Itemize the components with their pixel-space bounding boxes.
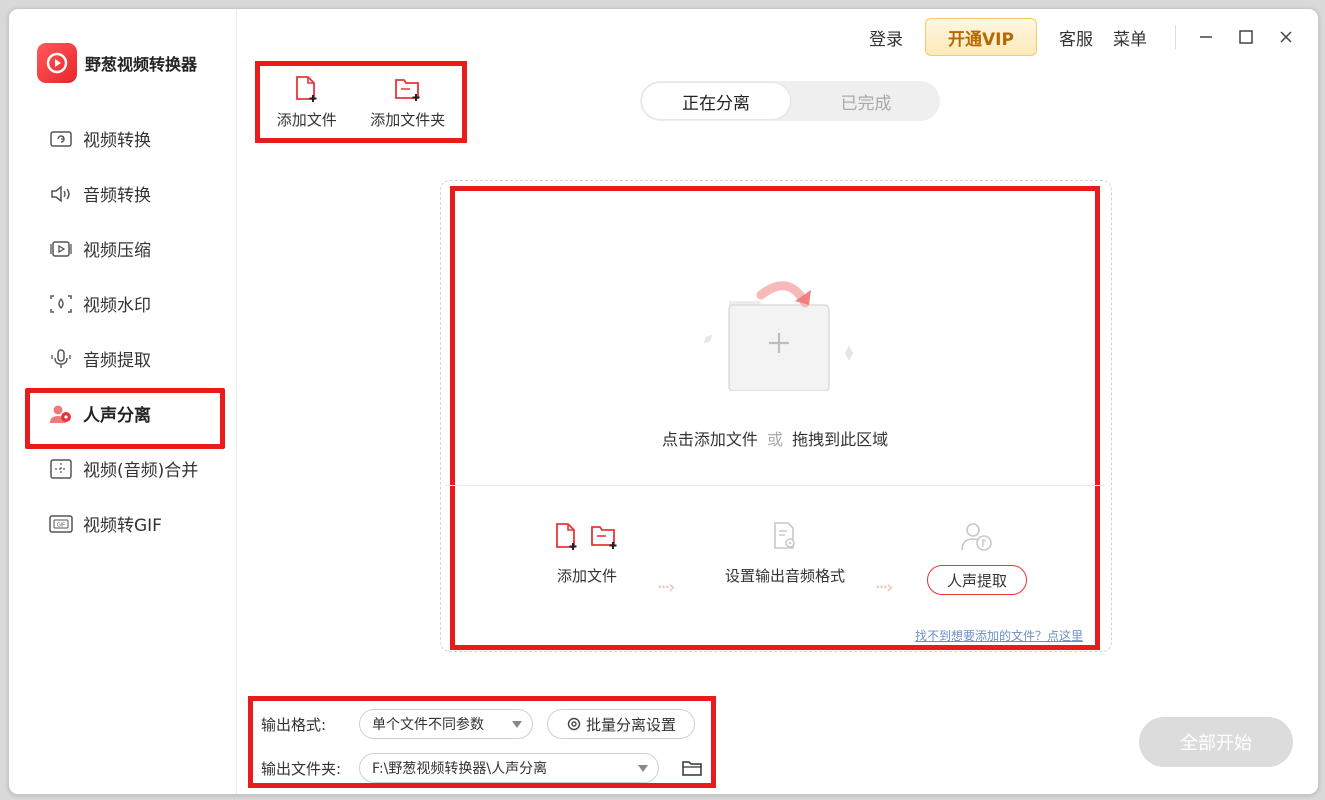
sidebar-item-label: 视频(音频)合并 <box>83 461 199 481</box>
menu-link[interactable]: 菜单 <box>1113 25 1147 50</box>
sidebar-item-label: 音频提取 <box>83 351 151 371</box>
close-button[interactable] <box>1266 17 1306 57</box>
gif-icon: GIF <box>49 512 73 536</box>
output-folder-select[interactable]: F:\野葱视频转换器\人声分离 <box>359 753 659 783</box>
step-add-file: 添加文件 <box>537 521 637 586</box>
output-format-value: 单个文件不同参数 <box>372 717 484 733</box>
tab-separating[interactable]: 正在分离 <box>642 83 790 119</box>
video-compress-icon <box>49 237 73 261</box>
video-convert-icon <box>49 127 73 151</box>
batch-settings-button[interactable]: 批量分离设置 <box>547 709 696 739</box>
output-folder-row: 输出文件夹: F:\野葱视频转换器\人声分离 <box>261 753 705 783</box>
sidebar-item-label: 视频水印 <box>83 296 151 316</box>
brand: 野葱视频转换器 <box>37 43 197 83</box>
audio-convert-icon <box>49 182 73 206</box>
close-icon <box>1280 31 1292 43</box>
file-toolbar: 添加文件 添加文件夹 <box>255 61 467 143</box>
divider <box>1175 25 1176 49</box>
vocal-separate-icon <box>49 402 73 426</box>
sidebar-item-gif[interactable]: GIF 视频转GIF <box>9 496 237 551</box>
sidebar-item-label: 视频转换 <box>83 131 151 151</box>
help-link[interactable]: 找不到想要添加的文件？点这里 <box>915 627 1083 644</box>
output-format-label: 输出格式: <box>261 715 327 734</box>
svg-text:GIF: GIF <box>57 522 65 528</box>
title-bar: 登录 开通VIP 客服 菜单 <box>859 9 1318 65</box>
output-format-row: 输出格式: 单个文件不同参数 批量分离设置 <box>261 709 696 739</box>
merge-icon <box>49 457 73 481</box>
start-all-button[interactable]: 全部开始 <box>1139 717 1293 767</box>
add-folder-icon <box>394 78 420 101</box>
batch-settings-label: 批量分离设置 <box>586 715 677 734</box>
sidebar-nav: 视频转换 音频转换 视频压缩 视频水印 音频提取 人声分离 视频(音频)合并 G… <box>9 111 237 551</box>
sidebar-item-watermark[interactable]: 视频水印 <box>9 276 237 331</box>
open-folder-button[interactable] <box>679 755 705 781</box>
format-settings-icon <box>774 522 795 549</box>
tab-completed[interactable]: 已完成 <box>792 81 940 121</box>
add-file-icon <box>556 523 577 550</box>
sidebar-item-merge[interactable]: 视频(音频)合并 <box>9 441 237 496</box>
sidebar-item-vocal-separate[interactable]: 人声分离 <box>9 386 237 449</box>
arrow-icon: ···› <box>875 577 893 598</box>
status-tabs: 正在分离 已完成 <box>640 81 940 121</box>
app-window: 野葱视频转换器 视频转换 音频转换 视频压缩 视频水印 音频提取 人声分离 视频… <box>8 8 1319 795</box>
output-settings: 输出格式: 单个文件不同参数 批量分离设置 输出文件夹: F:\野葱视频转换器\… <box>248 696 716 788</box>
add-folder-illustration-icon <box>703 281 853 391</box>
add-folder-label: 添加文件夹 <box>370 110 446 129</box>
audio-extract-icon <box>49 347 73 371</box>
sidebar-item-label: 视频转GIF <box>83 516 162 536</box>
app-name: 野葱视频转换器 <box>85 55 198 74</box>
sidebar-item-audio-extract[interactable]: 音频提取 <box>9 331 237 386</box>
step-vocal-extract: 人声提取 <box>927 521 1027 595</box>
sidebar-item-label: 人声分离 <box>83 406 151 426</box>
vip-button[interactable]: 开通VIP <box>925 18 1037 56</box>
vocal-extract-button[interactable]: 人声提取 <box>927 565 1027 595</box>
output-format-select[interactable]: 单个文件不同参数 <box>359 709 533 739</box>
gear-icon <box>567 717 581 731</box>
add-folder-button[interactable]: 添加文件夹 <box>370 75 445 130</box>
hint-click-text: 点击添加文件 <box>661 430 758 449</box>
dropzone: 点击添加文件 或 拖拽到此区域 添加文件 ···› 设置输出音频格式 ···› … <box>445 186 1105 650</box>
output-folder-value: F:\野葱视频转换器\人声分离 <box>372 761 548 777</box>
add-folder-icon <box>591 526 617 549</box>
arrow-icon: ···› <box>657 577 675 598</box>
minimize-button[interactable] <box>1186 17 1226 57</box>
chevron-down-icon <box>638 765 648 772</box>
vocal-extract-icon <box>961 523 992 551</box>
divider <box>445 485 1105 486</box>
step-set-format-label: 设置输出音频格式 <box>724 567 845 585</box>
minimize-icon <box>1200 36 1212 38</box>
hint-or-text: 或 <box>766 430 783 449</box>
step-add-file-label: 添加文件 <box>556 567 617 585</box>
sidebar-item-label: 视频压缩 <box>83 241 151 261</box>
folder-icon <box>682 761 702 776</box>
add-file-icon <box>295 75 317 102</box>
add-file-button[interactable]: 添加文件 <box>277 75 337 130</box>
hint-drag-text: 拖拽到此区域 <box>792 430 889 449</box>
maximize-icon <box>1239 30 1253 44</box>
dropzone-hint: 点击添加文件 或 拖拽到此区域 <box>455 426 1095 450</box>
watermark-icon <box>49 292 73 316</box>
sidebar-item-label: 音频转换 <box>83 186 151 206</box>
workflow-steps: 添加文件 ···› 设置输出音频格式 ···› 人声提取 <box>455 521 1095 621</box>
add-file-label: 添加文件 <box>276 110 337 129</box>
login-link[interactable]: 登录 <box>869 25 903 50</box>
support-link[interactable]: 客服 <box>1059 25 1093 50</box>
sidebar-item-audio-convert[interactable]: 音频转换 <box>9 166 237 221</box>
output-folder-label: 输出文件夹: <box>261 759 342 778</box>
app-logo-icon <box>37 43 77 83</box>
maximize-button[interactable] <box>1226 17 1266 57</box>
sidebar: 野葱视频转换器 视频转换 音频转换 视频压缩 视频水印 音频提取 人声分离 视频… <box>9 9 237 794</box>
chevron-down-icon <box>512 721 522 728</box>
dropzone-click-area[interactable]: 点击添加文件 或 拖拽到此区域 <box>455 191 1095 479</box>
sidebar-item-video-convert[interactable]: 视频转换 <box>9 111 237 166</box>
sidebar-item-video-compress[interactable]: 视频压缩 <box>9 221 237 276</box>
step-set-format: 设置输出音频格式 <box>710 521 860 586</box>
